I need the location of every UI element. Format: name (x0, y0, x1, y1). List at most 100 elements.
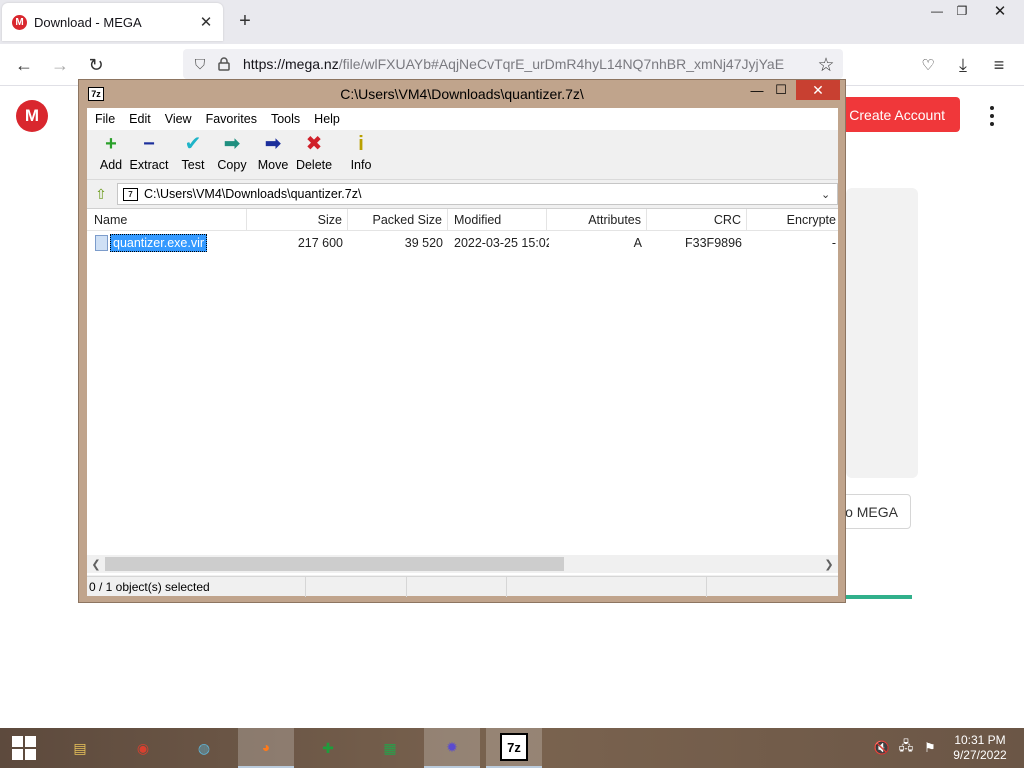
toolbar-label: Extract (129, 158, 169, 172)
sevenzip-maximize-icon[interactable]: ☐ (771, 80, 791, 100)
toolbar-label: Delete (295, 158, 333, 172)
taskbar-app-games[interactable]: ✚ (300, 728, 356, 768)
sevenzip-minimize-icon[interactable]: — (747, 80, 767, 100)
toolbar-label: Test (181, 158, 205, 172)
file-icon (95, 235, 108, 251)
sevenzip-close-icon[interactable]: ✕ (796, 80, 840, 100)
toolbar-move-button[interactable]: ➡ Move (255, 132, 291, 178)
toolbar-copy-button[interactable]: ➡ Copy (214, 132, 250, 178)
mega-logo[interactable]: M (16, 100, 48, 132)
games-icon: ✚ (322, 739, 334, 756)
bookmark-star-icon[interactable]: ☆ (813, 52, 839, 78)
url-path: /file/wlFXUAYb#AqjNeCvTqrE_urDmR4hyL14NQ… (338, 56, 785, 72)
sevenzip-window: 7z C:\Users\VM4\Downloads\quantizer.7z\ … (78, 79, 846, 603)
menu-file[interactable]: File (89, 112, 121, 126)
tab-close-icon[interactable]: ✕ (195, 11, 217, 33)
sevenzip-title: C:\Users\VM4\Downloads\quantizer.7z\ (340, 86, 584, 102)
address-text: C:\Users\VM4\Downloads\quantizer.7z\ (144, 187, 362, 201)
horizontal-scrollbar[interactable]: ❮ ❯ (87, 555, 838, 573)
tracking-shield-icon[interactable]: ⛉ (189, 53, 211, 75)
taskbar-app-network[interactable]: ◍ (176, 728, 232, 768)
file-modified: 2022-03-25 15:02 (454, 236, 549, 250)
taskbar-clock[interactable]: 10:31 PM 9/27/2022 (948, 733, 1012, 763)
taskbar-app-file-explorer[interactable]: ▤ (52, 728, 108, 768)
plus-icon: + (105, 133, 117, 155)
scroll-right-icon[interactable]: ❯ (820, 555, 838, 573)
file-crc: F33F9896 (685, 236, 742, 250)
mega-download-card (846, 188, 918, 478)
column-size[interactable]: Size (247, 209, 348, 231)
start-button[interactable] (0, 728, 48, 768)
more-options-icon[interactable] (984, 106, 1000, 126)
clock-date: 9/27/2022 (953, 748, 1007, 762)
network-icon[interactable]: 🖧 (897, 738, 915, 756)
address-row: ⇧ 7 C:\Users\VM4\Downloads\quantizer.7z\… (87, 181, 838, 207)
taskbar-app-settings[interactable]: ✹ (424, 728, 480, 768)
file-list[interactable]: Name Size Packed Size Modified Attribute… (87, 208, 838, 575)
column-encrypted[interactable]: Encrypte (747, 209, 838, 231)
settings-icon: ✹ (446, 738, 458, 755)
chevron-down-icon[interactable]: ⌄ (821, 188, 837, 201)
menu-edit[interactable]: Edit (123, 112, 157, 126)
tab-title: Download - MEGA (34, 14, 142, 30)
create-account-button[interactable]: Create Account (840, 97, 960, 132)
menu-tools[interactable]: Tools (265, 112, 306, 126)
volume-muted-icon[interactable]: 🔇 (873, 740, 891, 756)
menu-hamburger-icon[interactable]: ≡ (986, 52, 1012, 78)
status-segment (507, 577, 707, 597)
toolbar-extract-button[interactable]: − Extract (129, 132, 169, 178)
toolbar-label: Move (257, 158, 289, 172)
column-name[interactable]: Name (87, 209, 247, 231)
taskbar-app-7-zip[interactable]: 7z (486, 728, 542, 768)
taskbar: ▤ ◉ ◍ ◕ ✚ ▦ ✹ 7z 🔇 🖧 ⚑ 10:31 PM 9/27/2022 (0, 728, 1024, 768)
table-row[interactable]: quantizer.exe.vir 217 600 39 520 2022-03… (87, 233, 838, 253)
sevenzip-titlebar[interactable]: 7z C:\Users\VM4\Downloads\quantizer.7z\ … (79, 80, 845, 107)
copy-arrow-icon: ➡ (223, 133, 241, 155)
store-icon: ▦ (383, 739, 397, 756)
browser-tab[interactable]: M Download - MEGA ✕ (2, 3, 223, 41)
toolbar-info-button[interactable]: i Info (343, 132, 379, 178)
column-attributes[interactable]: Attributes (547, 209, 647, 231)
menu-favorites[interactable]: Favorites (200, 112, 263, 126)
mega-card-button[interactable]: o MEGA (836, 494, 911, 529)
lock-icon[interactable] (213, 53, 235, 75)
toolbar-label: Info (350, 158, 372, 172)
delete-x-icon: ✖ (305, 133, 323, 155)
download-progress-bar (846, 595, 912, 599)
status-text: 0 / 1 object(s) selected (87, 577, 306, 597)
restore-icon[interactable]: ❐ (947, 0, 977, 22)
reload-icon[interactable]: ↻ (83, 52, 109, 78)
file-list-header: Name Size Packed Size Modified Attribute… (87, 209, 838, 231)
column-modified[interactable]: Modified (448, 209, 547, 231)
taskbar-app-store[interactable]: ▦ (362, 728, 418, 768)
back-icon[interactable]: ← (11, 52, 37, 78)
scroll-left-icon[interactable]: ❮ (87, 555, 105, 573)
address-combobox[interactable]: 7 C:\Users\VM4\Downloads\quantizer.7z\ ⌄ (117, 183, 838, 205)
toolbar-test-button[interactable]: ✔ Test (175, 132, 211, 178)
menu-help[interactable]: Help (308, 112, 346, 126)
file-size: 217 600 (297, 236, 343, 250)
taskbar-app-chrome[interactable]: ◉ (115, 728, 171, 768)
network-icon: ◍ (197, 739, 211, 756)
menu-view[interactable]: View (159, 112, 198, 126)
sevenzip-client: File Edit View Favorites Tools Help + Add − Extr… (87, 108, 838, 597)
toolbar-delete-button[interactable]: ✖ Delete (296, 132, 332, 178)
toolbar-add-button[interactable]: + Add (93, 132, 129, 178)
url-bar[interactable]: ⛉ https://mega.nz/file/wlFXUAYb#AqjNeCvT… (183, 49, 843, 79)
toolbar-label: Copy (217, 158, 247, 172)
up-folder-icon[interactable]: ⇧ (92, 185, 110, 203)
pocket-icon[interactable]: ♡ (915, 52, 941, 78)
downloads-icon[interactable]: ⤓ (950, 52, 976, 78)
forward-icon[interactable]: → (47, 52, 73, 78)
taskbar-app-firefox[interactable]: ◕ (238, 728, 294, 768)
file-attributes: A (633, 236, 642, 250)
action-center-icon[interactable]: ⚑ (921, 740, 939, 756)
column-packed-size[interactable]: Packed Size (348, 209, 448, 231)
close-window-icon[interactable]: ✕ (985, 0, 1015, 22)
new-tab-icon[interactable]: + (234, 10, 256, 32)
scrollbar-thumb[interactable] (105, 557, 564, 571)
mega-favicon-icon: M (12, 14, 27, 30)
column-crc[interactable]: CRC (647, 209, 747, 231)
file-name[interactable]: quantizer.exe.vir (110, 234, 208, 252)
status-bar: 0 / 1 object(s) selected (87, 576, 838, 597)
